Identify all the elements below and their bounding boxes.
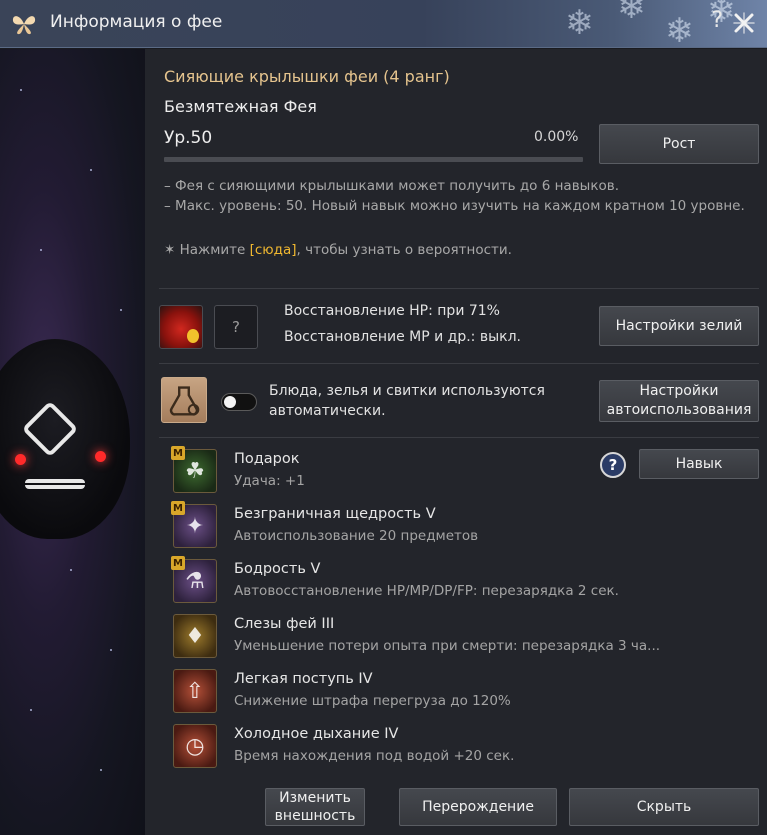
skill-item[interactable]: ☘ M Подарок Удача: +1 <box>171 446 763 495</box>
skill-item[interactable]: ♦ Слезы фей III Уменьшение потери опыта … <box>173 614 763 660</box>
potion-settings-button[interactable]: Настройки зелий <box>599 306 759 346</box>
master-badge: M <box>171 446 185 460</box>
master-badge: M <box>171 501 185 515</box>
fairy-character <box>0 339 130 539</box>
tear-vial-icon: ♦ <box>173 614 217 658</box>
hide-button[interactable]: Скрыть <box>569 788 759 826</box>
close-icon[interactable] <box>731 10 757 36</box>
hp-potion-icon[interactable] <box>159 305 203 349</box>
skill-item[interactable]: ⚗ M Бодрость V Автовосстановление HP/MP/… <box>171 556 763 605</box>
fairy-description-2: – Макс. уровень: 50. Новый навык можно и… <box>164 198 745 214</box>
mp-recovery-text: Восстановление MP и др.: выкл. <box>284 329 522 345</box>
empty-potion-slot[interactable]: ? <box>214 305 258 349</box>
auto-use-text: Блюда, зелья и свитки используются автом… <box>269 383 545 419</box>
probability-hint: ✶ Нажмите [сюда], чтобы узнать о вероятн… <box>164 242 512 258</box>
window-title: Информация о фее <box>50 12 223 32</box>
grow-button[interactable]: Рост <box>599 124 759 164</box>
fairy-type: Безмятежная Фея <box>164 97 317 116</box>
fairy-level: Ур.50 <box>164 128 213 148</box>
butterfly-icon <box>12 16 36 35</box>
master-badge: M <box>171 556 185 570</box>
weight-icon: ⇧ <box>173 669 217 713</box>
breath-timer-icon: ◷ <box>173 724 217 768</box>
divider <box>159 437 759 438</box>
divider <box>159 288 759 289</box>
title-bar: ❄ ❄ ❄ ❄ Информация о фее ? <box>0 0 767 48</box>
skill-item[interactable]: ⇧ Легкая поступь IV Снижение штрафа пере… <box>173 669 763 715</box>
auto-use-toggle[interactable] <box>221 393 257 411</box>
exp-progress-bar <box>164 157 583 162</box>
fairy-portrait <box>0 49 145 835</box>
fairy-description-1: – Фея с сияющими крылышками может получи… <box>164 178 619 194</box>
exp-percent: 0.00% <box>534 129 579 145</box>
skill-item[interactable]: ◷ Холодное дыхание IV Время нахождения п… <box>173 724 763 770</box>
skill-item[interactable]: ✦ M Безграничная щедрость V Автоиспользо… <box>171 501 763 550</box>
probability-link[interactable]: [сюда] <box>250 242 297 258</box>
fairy-name: Сияющие крылышки феи (4 ранг) <box>164 67 450 86</box>
divider <box>159 363 759 364</box>
change-appearance-button[interactable]: Изменить внешность <box>265 788 365 826</box>
auto-use-icon <box>161 377 207 423</box>
fairy-info-panel: Сияющие крылышки феи (4 ранг) Безмятежна… <box>145 49 767 835</box>
rebirth-button[interactable]: Перерождение <box>399 788 557 826</box>
hp-recovery-text: Восстановление HP: при 71% <box>284 303 500 319</box>
help-icon[interactable]: ? <box>711 8 723 33</box>
auto-use-settings-button[interactable]: Настройки автоиспользования <box>599 380 759 422</box>
